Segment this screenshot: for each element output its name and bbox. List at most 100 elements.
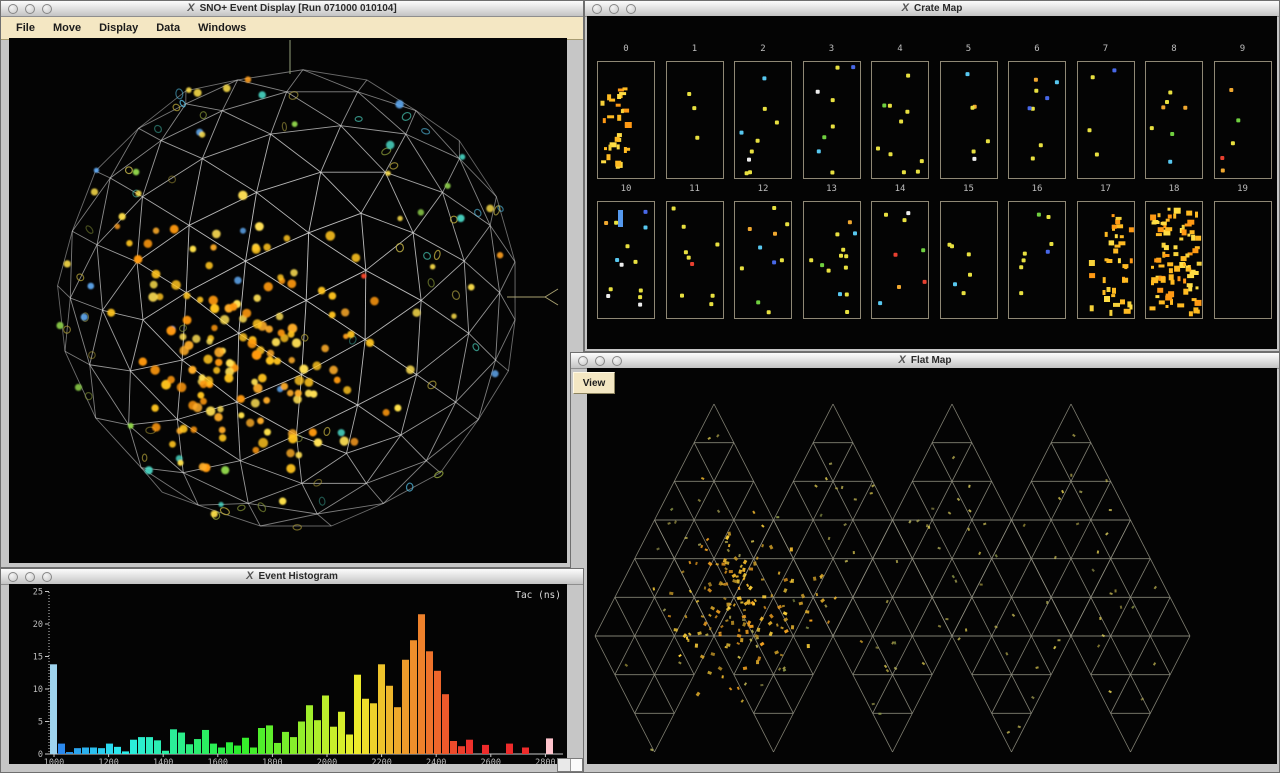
crate-panel-1[interactable] [666,61,724,179]
hit-block [604,221,608,225]
histogram-bar [194,739,201,754]
crate-panel-8[interactable] [1145,61,1203,179]
hit-block [617,133,622,137]
hit-block [603,118,606,123]
hit-block [1187,283,1193,287]
crate-panel-9[interactable] [1214,61,1272,179]
hit-block [1031,157,1035,161]
hit-block [1183,106,1187,110]
hit-block [830,171,834,175]
crate-panel-18[interactable] [1145,201,1203,319]
hit-block [1088,260,1094,266]
menu-windows[interactable]: Windows [189,19,255,37]
histogram-bar [378,664,385,754]
histogram-bar [186,744,193,754]
hit-block [971,150,975,154]
svg-text:2600: 2600 [481,758,501,764]
hit-block [1220,169,1224,173]
crate-panel-3[interactable] [803,61,861,179]
flat-map-canvas[interactable] [587,368,1277,764]
hit-block [1115,217,1121,220]
hit-block [1151,266,1154,269]
hit-block [683,250,687,254]
hit-block [1128,227,1133,232]
crate-panel-12[interactable] [734,201,792,319]
crate-panel-5[interactable] [940,61,998,179]
crate-map-canvas[interactable]: 012345678910111213141516171819 [587,16,1277,349]
hit-block [822,135,826,139]
hit-block [1090,75,1094,79]
crate-panel-16[interactable] [1008,201,1066,319]
crate-panel-10[interactable] [597,201,655,319]
hit-block [1236,118,1240,122]
hit-block [1112,68,1116,72]
crate-panel-14[interactable] [871,201,929,319]
hit-block [1108,240,1112,245]
menu-move[interactable]: Move [44,19,90,37]
menu-display[interactable]: Display [90,19,147,37]
hit-block [1055,80,1059,84]
crate-label: 19 [1214,184,1272,194]
crate-panel-2[interactable] [734,61,792,179]
view-menu-button[interactable]: View [573,372,615,394]
hit-block [844,293,848,297]
crate-label: 6 [1008,44,1066,54]
hit-block [1111,214,1114,217]
crate-label: 14 [871,184,929,194]
crate-map-window: XCrate Map 01234567891011121314151617181… [584,0,1280,352]
hit-block [1129,305,1132,310]
menu-data[interactable]: Data [147,19,189,37]
crate-map-titlebar: XCrate Map [585,1,1279,17]
histogram-bar [178,733,185,754]
hit-block [1167,262,1173,266]
hit-block [1151,277,1158,283]
hit-block [1117,258,1120,263]
hit-block [970,106,974,110]
hit-block [1154,258,1161,262]
hit-block [1104,258,1108,261]
hit-block [1116,224,1123,228]
hit-block [758,246,762,250]
hit-block [1150,126,1154,130]
hit-block [1089,273,1095,278]
crate-panel-4[interactable] [871,61,929,179]
hit-block [763,107,767,111]
crate-panel-19[interactable] [1214,201,1272,319]
hit-block [1122,264,1128,268]
event-display-canvas[interactable] [9,38,567,563]
hit-block [615,137,620,142]
hit-block [615,258,619,262]
crate-panel-13[interactable] [803,201,861,319]
crate-panel-7[interactable] [1077,61,1135,179]
crate-panel-15[interactable] [940,201,998,319]
x11-logo-icon: X [899,354,906,366]
crate-panel-17[interactable] [1077,201,1135,319]
hit-block [921,248,925,252]
hit-block [1187,220,1194,225]
hit-block [1166,305,1169,308]
hit-block [1165,100,1169,104]
histogram-axis-label: Tac (ns) [515,590,561,601]
hit-block [772,260,776,264]
hit-block [762,76,766,80]
hit-block [1114,234,1117,238]
crate-panel-11[interactable] [666,201,724,319]
hit-block [889,152,893,156]
histogram-bar [282,732,289,754]
hit-block [950,244,954,248]
hit-block [835,66,839,70]
crate-label: 16 [1008,184,1066,194]
histogram-bar [322,696,329,755]
hit-block [1161,105,1165,109]
hit-block [639,289,643,293]
hit-block [1165,227,1172,231]
hit-block [1169,268,1173,273]
crate-panel-6[interactable] [1008,61,1066,179]
histogram-canvas[interactable]: 0510152025100012001400160018002000220024… [9,584,567,764]
resize-grip[interactable] [557,758,583,772]
histogram-bar [114,747,121,754]
histogram-bars [50,614,553,754]
crate-panel-0[interactable] [597,61,655,179]
hit-block [1161,222,1167,225]
menu-file[interactable]: File [7,19,44,37]
